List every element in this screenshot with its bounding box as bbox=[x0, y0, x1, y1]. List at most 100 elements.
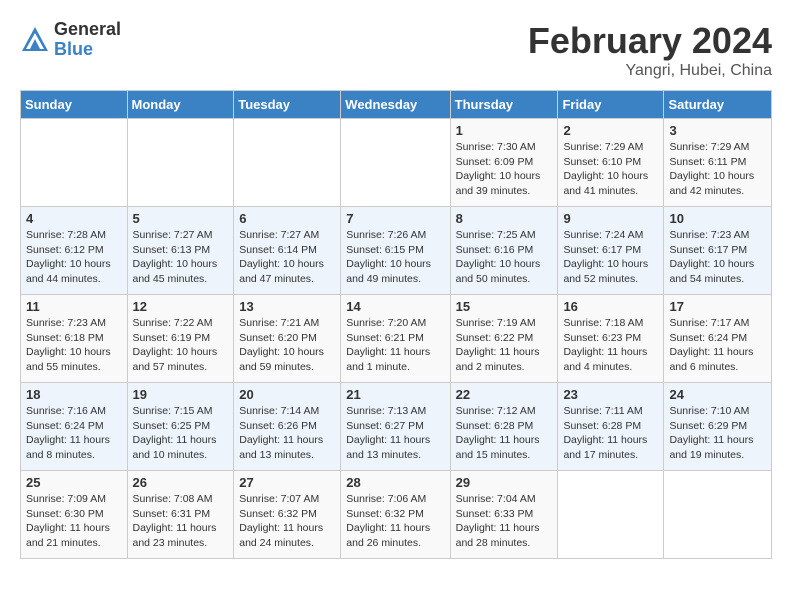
day-info: Sunrise: 7:27 AMSunset: 6:13 PMDaylight:… bbox=[133, 228, 229, 287]
calendar-cell: 13 Sunrise: 7:21 AMSunset: 6:20 PMDaylig… bbox=[234, 295, 341, 383]
calendar-cell: 19 Sunrise: 7:15 AMSunset: 6:25 PMDaylig… bbox=[127, 383, 234, 471]
calendar-cell: 21 Sunrise: 7:13 AMSunset: 6:27 PMDaylig… bbox=[341, 383, 450, 471]
day-info: Sunrise: 7:15 AMSunset: 6:25 PMDaylight:… bbox=[133, 404, 229, 463]
calendar-cell bbox=[558, 471, 664, 559]
calendar-cell: 20 Sunrise: 7:14 AMSunset: 6:26 PMDaylig… bbox=[234, 383, 341, 471]
calendar-cell: 22 Sunrise: 7:12 AMSunset: 6:28 PMDaylig… bbox=[450, 383, 558, 471]
title-section: February 2024 Yangri, Hubei, China bbox=[528, 20, 772, 80]
day-info: Sunrise: 7:23 AMSunset: 6:17 PMDaylight:… bbox=[669, 228, 766, 287]
day-number: 18 bbox=[26, 387, 122, 402]
day-info: Sunrise: 7:23 AMSunset: 6:18 PMDaylight:… bbox=[26, 316, 122, 375]
weekday-header: Tuesday bbox=[234, 91, 341, 119]
day-number: 24 bbox=[669, 387, 766, 402]
day-info: Sunrise: 7:30 AMSunset: 6:09 PMDaylight:… bbox=[456, 140, 553, 199]
calendar-week-row: 18 Sunrise: 7:16 AMSunset: 6:24 PMDaylig… bbox=[21, 383, 772, 471]
day-number: 28 bbox=[346, 475, 444, 490]
day-info: Sunrise: 7:22 AMSunset: 6:19 PMDaylight:… bbox=[133, 316, 229, 375]
day-info: Sunrise: 7:12 AMSunset: 6:28 PMDaylight:… bbox=[456, 404, 553, 463]
calendar-cell: 26 Sunrise: 7:08 AMSunset: 6:31 PMDaylig… bbox=[127, 471, 234, 559]
day-number: 2 bbox=[563, 123, 658, 138]
day-number: 13 bbox=[239, 299, 335, 314]
calendar-week-row: 11 Sunrise: 7:23 AMSunset: 6:18 PMDaylig… bbox=[21, 295, 772, 383]
day-info: Sunrise: 7:25 AMSunset: 6:16 PMDaylight:… bbox=[456, 228, 553, 287]
calendar-cell: 27 Sunrise: 7:07 AMSunset: 6:32 PMDaylig… bbox=[234, 471, 341, 559]
day-number: 14 bbox=[346, 299, 444, 314]
logo-icon bbox=[20, 25, 50, 55]
day-number: 6 bbox=[239, 211, 335, 226]
calendar-week-row: 4 Sunrise: 7:28 AMSunset: 6:12 PMDayligh… bbox=[21, 207, 772, 295]
day-info: Sunrise: 7:29 AMSunset: 6:11 PMDaylight:… bbox=[669, 140, 766, 199]
day-number: 12 bbox=[133, 299, 229, 314]
logo-blue-text: Blue bbox=[54, 40, 121, 60]
day-number: 10 bbox=[669, 211, 766, 226]
calendar-cell: 2 Sunrise: 7:29 AMSunset: 6:10 PMDayligh… bbox=[558, 119, 664, 207]
calendar-header: SundayMondayTuesdayWednesdayThursdayFrid… bbox=[21, 91, 772, 119]
calendar-cell: 9 Sunrise: 7:24 AMSunset: 6:17 PMDayligh… bbox=[558, 207, 664, 295]
calendar-week-row: 1 Sunrise: 7:30 AMSunset: 6:09 PMDayligh… bbox=[21, 119, 772, 207]
day-info: Sunrise: 7:09 AMSunset: 6:30 PMDaylight:… bbox=[26, 492, 122, 551]
weekday-header: Friday bbox=[558, 91, 664, 119]
calendar-cell bbox=[234, 119, 341, 207]
calendar-cell bbox=[127, 119, 234, 207]
day-info: Sunrise: 7:08 AMSunset: 6:31 PMDaylight:… bbox=[133, 492, 229, 551]
calendar-cell: 25 Sunrise: 7:09 AMSunset: 6:30 PMDaylig… bbox=[21, 471, 128, 559]
calendar-cell bbox=[21, 119, 128, 207]
day-number: 4 bbox=[26, 211, 122, 226]
logo: General Blue bbox=[20, 20, 121, 60]
day-number: 25 bbox=[26, 475, 122, 490]
day-number: 15 bbox=[456, 299, 553, 314]
calendar-cell: 8 Sunrise: 7:25 AMSunset: 6:16 PMDayligh… bbox=[450, 207, 558, 295]
day-info: Sunrise: 7:06 AMSunset: 6:32 PMDaylight:… bbox=[346, 492, 444, 551]
calendar-cell: 29 Sunrise: 7:04 AMSunset: 6:33 PMDaylig… bbox=[450, 471, 558, 559]
day-number: 7 bbox=[346, 211, 444, 226]
calendar-cell: 16 Sunrise: 7:18 AMSunset: 6:23 PMDaylig… bbox=[558, 295, 664, 383]
calendar-cell: 24 Sunrise: 7:10 AMSunset: 6:29 PMDaylig… bbox=[664, 383, 772, 471]
day-info: Sunrise: 7:10 AMSunset: 6:29 PMDaylight:… bbox=[669, 404, 766, 463]
calendar-cell: 17 Sunrise: 7:17 AMSunset: 6:24 PMDaylig… bbox=[664, 295, 772, 383]
day-number: 3 bbox=[669, 123, 766, 138]
weekday-header: Wednesday bbox=[341, 91, 450, 119]
calendar-cell: 7 Sunrise: 7:26 AMSunset: 6:15 PMDayligh… bbox=[341, 207, 450, 295]
day-info: Sunrise: 7:28 AMSunset: 6:12 PMDaylight:… bbox=[26, 228, 122, 287]
calendar-cell: 4 Sunrise: 7:28 AMSunset: 6:12 PMDayligh… bbox=[21, 207, 128, 295]
day-number: 29 bbox=[456, 475, 553, 490]
calendar-cell: 5 Sunrise: 7:27 AMSunset: 6:13 PMDayligh… bbox=[127, 207, 234, 295]
calendar-cell: 15 Sunrise: 7:19 AMSunset: 6:22 PMDaylig… bbox=[450, 295, 558, 383]
day-info: Sunrise: 7:11 AMSunset: 6:28 PMDaylight:… bbox=[563, 404, 658, 463]
weekday-header: Sunday bbox=[21, 91, 128, 119]
calendar-cell bbox=[341, 119, 450, 207]
calendar-cell: 1 Sunrise: 7:30 AMSunset: 6:09 PMDayligh… bbox=[450, 119, 558, 207]
calendar-body: 1 Sunrise: 7:30 AMSunset: 6:09 PMDayligh… bbox=[21, 119, 772, 559]
day-number: 20 bbox=[239, 387, 335, 402]
day-info: Sunrise: 7:16 AMSunset: 6:24 PMDaylight:… bbox=[26, 404, 122, 463]
calendar-cell: 18 Sunrise: 7:16 AMSunset: 6:24 PMDaylig… bbox=[21, 383, 128, 471]
calendar-cell: 11 Sunrise: 7:23 AMSunset: 6:18 PMDaylig… bbox=[21, 295, 128, 383]
day-number: 5 bbox=[133, 211, 229, 226]
calendar-cell: 14 Sunrise: 7:20 AMSunset: 6:21 PMDaylig… bbox=[341, 295, 450, 383]
location-subtitle: Yangri, Hubei, China bbox=[528, 62, 772, 80]
calendar-cell: 23 Sunrise: 7:11 AMSunset: 6:28 PMDaylig… bbox=[558, 383, 664, 471]
calendar-cell: 28 Sunrise: 7:06 AMSunset: 6:32 PMDaylig… bbox=[341, 471, 450, 559]
day-number: 19 bbox=[133, 387, 229, 402]
day-number: 27 bbox=[239, 475, 335, 490]
day-info: Sunrise: 7:20 AMSunset: 6:21 PMDaylight:… bbox=[346, 316, 444, 375]
weekday-row: SundayMondayTuesdayWednesdayThursdayFrid… bbox=[21, 91, 772, 119]
calendar-cell: 10 Sunrise: 7:23 AMSunset: 6:17 PMDaylig… bbox=[664, 207, 772, 295]
day-number: 22 bbox=[456, 387, 553, 402]
day-info: Sunrise: 7:27 AMSunset: 6:14 PMDaylight:… bbox=[239, 228, 335, 287]
calendar-table: SundayMondayTuesdayWednesdayThursdayFrid… bbox=[20, 90, 772, 559]
day-info: Sunrise: 7:21 AMSunset: 6:20 PMDaylight:… bbox=[239, 316, 335, 375]
day-info: Sunrise: 7:24 AMSunset: 6:17 PMDaylight:… bbox=[563, 228, 658, 287]
weekday-header: Monday bbox=[127, 91, 234, 119]
day-info: Sunrise: 7:07 AMSunset: 6:32 PMDaylight:… bbox=[239, 492, 335, 551]
weekday-header: Thursday bbox=[450, 91, 558, 119]
day-number: 11 bbox=[26, 299, 122, 314]
day-number: 17 bbox=[669, 299, 766, 314]
day-info: Sunrise: 7:18 AMSunset: 6:23 PMDaylight:… bbox=[563, 316, 658, 375]
calendar-cell: 3 Sunrise: 7:29 AMSunset: 6:11 PMDayligh… bbox=[664, 119, 772, 207]
day-info: Sunrise: 7:29 AMSunset: 6:10 PMDaylight:… bbox=[563, 140, 658, 199]
calendar-cell: 6 Sunrise: 7:27 AMSunset: 6:14 PMDayligh… bbox=[234, 207, 341, 295]
day-number: 21 bbox=[346, 387, 444, 402]
day-number: 9 bbox=[563, 211, 658, 226]
day-number: 26 bbox=[133, 475, 229, 490]
